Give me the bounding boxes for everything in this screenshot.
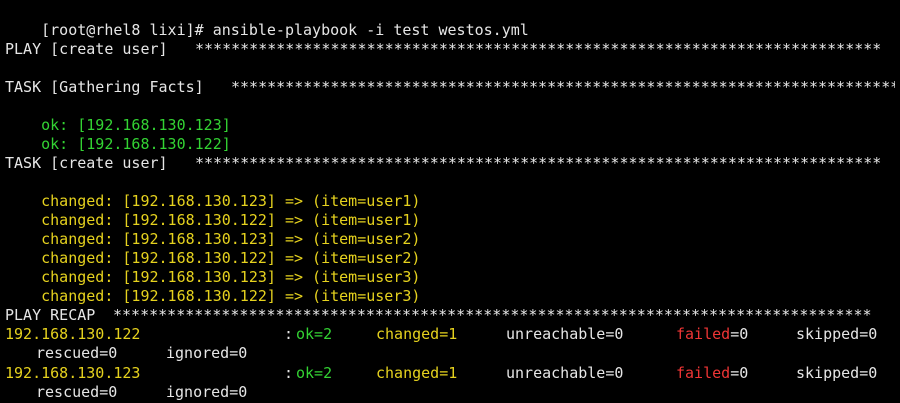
recap-failed-count: failed=0 bbox=[676, 325, 748, 344]
recap-skipped-count: skipped=0 bbox=[796, 364, 878, 382]
recap-ignored-count: ignored=0 bbox=[166, 383, 248, 401]
task-create-result-1: changed: [192.168.130.123] => (item=user… bbox=[5, 173, 420, 210]
recap-skipped-count: skipped=0 bbox=[796, 325, 878, 343]
recap-failed-label: failed bbox=[676, 325, 731, 343]
recap-row-host-2-cont: rescued=0 ignored=0 bbox=[5, 383, 900, 402]
terminal-window[interactable]: [root@rhel8 lixi]# ansible-playbook -i t… bbox=[0, 0, 900, 403]
task-create-result-2: changed: [192.168.130.122] => (item=user… bbox=[5, 192, 420, 229]
task-create-header-text: TASK [create user] bbox=[5, 154, 177, 172]
task-facts-header-text: TASK [Gathering Facts] bbox=[5, 78, 213, 96]
recap-rescued-count: rescued=0 bbox=[36, 383, 118, 401]
recap-host-name: 192.168.130.122 bbox=[5, 325, 141, 343]
task-create-result-4: changed: [192.168.130.122] => (item=user… bbox=[5, 230, 420, 267]
recap-row-host-2: 192.168.130.123 : ok=2 changed=1 unreach… bbox=[5, 364, 900, 383]
recap-header-text: PLAY RECAP bbox=[5, 306, 105, 324]
prompt-text: [root@rhel8 lixi]# ansible-playbook -i t… bbox=[41, 21, 529, 39]
play-header-line: PLAY [create user] *********************… bbox=[5, 40, 900, 59]
task-create-header-line: TASK [create user] *********************… bbox=[5, 154, 900, 173]
recap-header-line: PLAY RECAP *****************************… bbox=[5, 306, 900, 325]
recap-row-host-1-cont: rescued=0 ignored=0 bbox=[5, 344, 900, 363]
recap-rescued-count: rescued=0 bbox=[36, 344, 118, 362]
recap-ok-count: ok=2 bbox=[296, 364, 333, 382]
play-header-stars: ****************************************… bbox=[195, 40, 882, 58]
recap-unreachable-count: unreachable=0 bbox=[506, 325, 624, 343]
task-create-result-5: changed: [192.168.130.123] => (item=user… bbox=[5, 249, 420, 286]
task-create-header-stars: ****************************************… bbox=[195, 154, 882, 172]
task-create-result-3: changed: [192.168.130.123] => (item=user… bbox=[5, 211, 420, 248]
task-create-result-6: changed: [192.168.130.122] => (item=user… bbox=[5, 268, 420, 305]
recap-changed-count: changed=1 bbox=[376, 325, 458, 343]
recap-failed-value: =0 bbox=[730, 325, 749, 343]
recap-row-host-1: 192.168.130.122 : ok=2 changed=1 unreach… bbox=[5, 325, 900, 344]
task-create-result-text: changed: [192.168.130.122] => (item=user… bbox=[41, 287, 421, 305]
recap-changed-count: changed=1 bbox=[376, 364, 458, 382]
task-facts-header-stars: ****************************************… bbox=[231, 78, 895, 96]
recap-failed-value: =0 bbox=[730, 364, 749, 382]
command-prompt-line: [root@rhel8 lixi]# ansible-playbook -i t… bbox=[5, 2, 529, 39]
recap-host-name: 192.168.130.123 bbox=[5, 364, 141, 382]
recap-failed-label: failed bbox=[676, 364, 731, 382]
recap-unreachable-count: unreachable=0 bbox=[506, 364, 624, 382]
task-facts-result-text: ok: [192.168.130.122] bbox=[41, 135, 231, 153]
recap-ignored-count: ignored=0 bbox=[166, 344, 248, 362]
task-facts-result-2: ok: [192.168.130.122] bbox=[5, 116, 231, 153]
play-header-text: PLAY [create user] bbox=[5, 40, 177, 58]
task-facts-header-line: TASK [Gathering Facts] *****************… bbox=[5, 78, 900, 97]
recap-ok-count: ok=2 bbox=[296, 325, 333, 343]
recap-failed-count: failed=0 bbox=[676, 364, 748, 383]
task-facts-result-1: ok: [192.168.130.123] bbox=[5, 97, 231, 134]
recap-header-stars: ****************************************… bbox=[113, 306, 872, 324]
